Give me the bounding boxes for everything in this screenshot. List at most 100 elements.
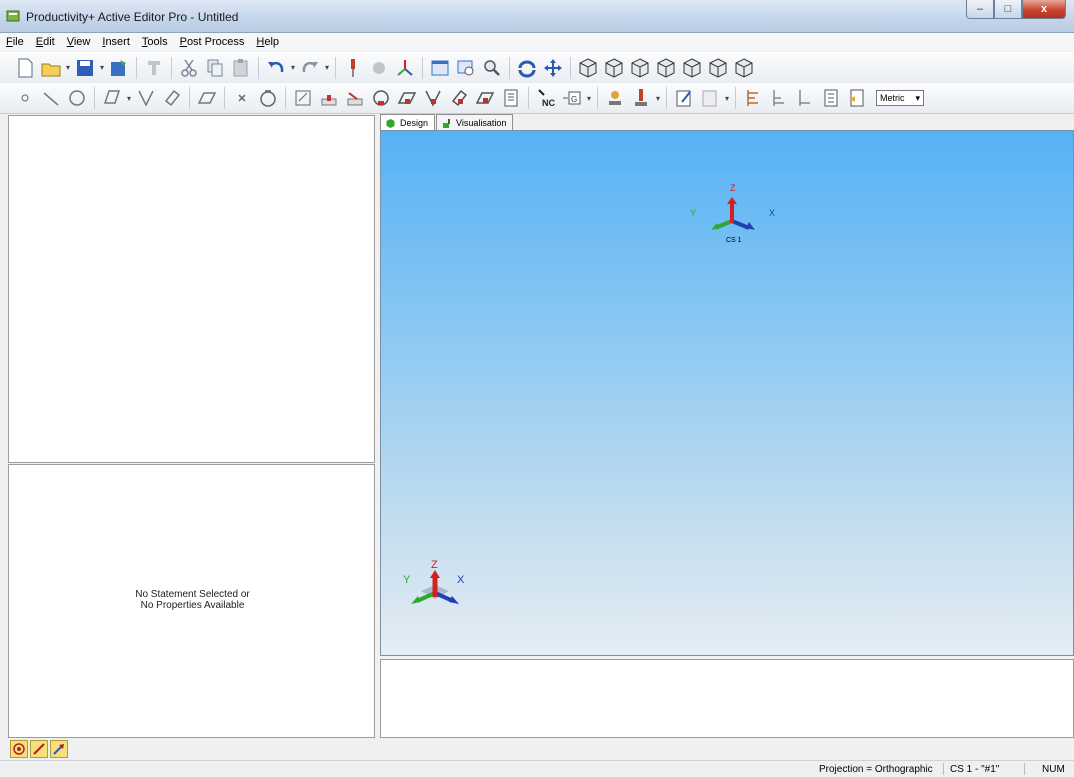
probe-button[interactable] (367, 56, 391, 80)
view-right-button[interactable] (680, 56, 704, 80)
undo-dropdown[interactable]: ▾ (289, 63, 297, 72)
cylinder-button[interactable] (160, 86, 184, 110)
menu-post-process[interactable]: Post Process (174, 36, 251, 48)
select-vector-button[interactable] (50, 740, 68, 758)
3d-viewport[interactable]: Z Y X CS 1 Z Y X (380, 130, 1074, 656)
plane-dropdown[interactable]: ▾ (125, 94, 133, 103)
status-num: NUM (1042, 764, 1065, 775)
coordinate-system-cs1[interactable]: Z Y X CS 1 (681, 181, 791, 256)
paste-button[interactable] (229, 56, 253, 80)
menu-view[interactable]: View (61, 36, 97, 48)
cs-x-label: X (769, 208, 776, 218)
gcode-button[interactable]: G (560, 86, 584, 110)
pan-button[interactable] (541, 56, 565, 80)
circle-feature-button[interactable] (369, 86, 393, 110)
menu-edit[interactable]: Edit (30, 36, 61, 48)
graph-dropdown[interactable]: ▾ (723, 94, 731, 103)
sphere-button[interactable] (256, 86, 280, 110)
cylinder-feature-button[interactable] (447, 86, 471, 110)
report-button[interactable] (672, 86, 696, 110)
plane-feature-button[interactable] (395, 86, 419, 110)
expand-button[interactable] (793, 86, 817, 110)
minimize-button[interactable]: – (966, 0, 994, 19)
tool-settings-button[interactable] (629, 86, 653, 110)
surface-feature-button[interactable] (473, 86, 497, 110)
maximize-button[interactable]: □ (994, 0, 1022, 19)
select-line-button[interactable] (30, 740, 48, 758)
graph-button[interactable] (698, 86, 722, 110)
tool-settings-dropdown[interactable]: ▾ (654, 94, 662, 103)
view-front-button[interactable] (602, 56, 626, 80)
svg-text:NC: NC (542, 98, 555, 108)
cube-view-icon (735, 57, 753, 78)
app-icon (6, 10, 20, 22)
tool-icon (351, 58, 355, 77)
open-button[interactable] (39, 56, 63, 80)
cone-button[interactable] (134, 86, 158, 110)
svg-text:G: G (571, 95, 577, 104)
output-panel[interactable] (380, 659, 1074, 738)
cut-button[interactable] (177, 56, 201, 80)
plane-button[interactable] (100, 86, 124, 110)
notes-button[interactable] (845, 86, 869, 110)
view-back-button[interactable] (628, 56, 652, 80)
expand-icon (799, 90, 810, 106)
view-iso-button[interactable] (576, 56, 600, 80)
close-button[interactable]: x (1022, 0, 1066, 19)
gcode-dropdown[interactable]: ▾ (585, 94, 593, 103)
program-tree-panel[interactable] (8, 115, 375, 463)
slot-button[interactable] (317, 86, 341, 110)
close-icon: x (1040, 3, 1048, 15)
new-button[interactable] (13, 56, 37, 80)
tool-button[interactable] (341, 56, 365, 80)
save-dropdown[interactable]: ▾ (98, 63, 106, 72)
slot-icon (321, 95, 337, 106)
copy-button[interactable] (203, 56, 227, 80)
line-button[interactable] (39, 86, 63, 110)
redo-button[interactable] (298, 56, 322, 80)
rotate-button[interactable] (515, 56, 539, 80)
view-left-button[interactable] (654, 56, 678, 80)
view-window-button[interactable] (428, 56, 452, 80)
redo-dropdown[interactable]: ▾ (323, 63, 331, 72)
line-select-icon (33, 743, 45, 755)
zoom-button[interactable] (480, 56, 504, 80)
save-nc-button[interactable] (107, 56, 131, 80)
zoom-icon (484, 59, 500, 76)
menu-file[interactable]: File (0, 36, 30, 48)
document-button[interactable] (499, 86, 523, 110)
indent-button[interactable] (741, 86, 765, 110)
menu-insert[interactable]: Insert (96, 36, 136, 48)
units-select[interactable]: Metric ▾ (876, 90, 924, 106)
undo-button[interactable] (264, 56, 288, 80)
cross-button[interactable] (230, 86, 254, 110)
outdent-button[interactable] (767, 86, 791, 110)
select-point-button[interactable] (10, 740, 28, 758)
surface-button[interactable] (195, 86, 219, 110)
rotate-icon (518, 60, 536, 77)
tab-design[interactable]: Design (380, 114, 436, 131)
menu-tools[interactable]: Tools (136, 36, 174, 48)
view-bottom-button[interactable] (732, 56, 756, 80)
list-button[interactable] (819, 86, 843, 110)
nc-button[interactable]: NC (534, 86, 558, 110)
circle-button[interactable] (65, 86, 89, 110)
point-button[interactable] (13, 86, 37, 110)
measure-button[interactable] (343, 86, 367, 110)
save-button[interactable] (73, 56, 97, 80)
feature-button[interactable] (291, 86, 315, 110)
probe-settings-button[interactable] (603, 86, 627, 110)
tab-visualisation[interactable]: Visualisation (436, 114, 514, 131)
zoom-window-button[interactable] (454, 56, 478, 80)
properties-button[interactable] (142, 56, 166, 80)
menu-help[interactable]: Help (250, 36, 285, 48)
main-toolbar: ▾ ▾ ▾ ▾ (0, 52, 1074, 83)
view-top-button[interactable] (706, 56, 730, 80)
coordinate-system-button[interactable] (393, 56, 417, 80)
open-dropdown[interactable]: ▾ (64, 63, 72, 72)
feature-icon (295, 90, 311, 106)
indent-icon (747, 90, 758, 106)
line-icon (43, 92, 59, 106)
sphere-icon (260, 90, 276, 107)
cone-feature-button[interactable] (421, 86, 445, 110)
